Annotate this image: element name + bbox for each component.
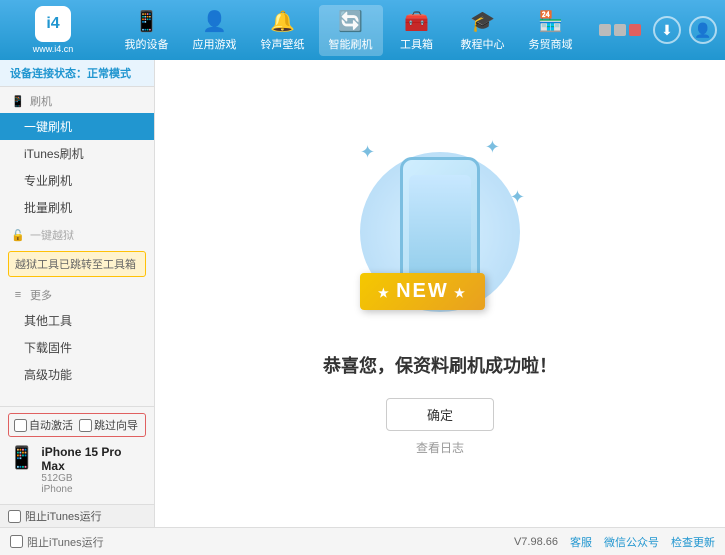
status-value: 正常模式 <box>87 68 131 80</box>
nav-service-label: 务贸商域 <box>529 36 573 52</box>
sidebar-bottom: 自动激活 跳过向导 📱 iPhone 15 Pro Max 512GB iPho… <box>0 406 154 504</box>
device-details: iPhone 15 Pro Max 512GB iPhone <box>41 445 146 495</box>
content-area: ✦ ✦ ✦ ★ NEW ★ 恭喜您，保资料刷机成功啦！ 确定 查看日志 <box>155 60 725 527</box>
footer-right: V7.98.66 客服 微信公众号 检查更新 <box>514 534 715 550</box>
success-message: 恭喜您，保资料刷机成功啦！ <box>323 352 557 378</box>
device-info: 📱 iPhone 15 Pro Max 512GB iPhone <box>8 442 146 498</box>
nav-apps-icon: 👤 <box>202 9 227 34</box>
logo-website: www.i4.cn <box>33 44 74 54</box>
nav-tutorial-icon: 🎓 <box>470 9 495 34</box>
header-controls: ⬇ 👤 <box>599 16 717 44</box>
nav-device-label: 我的设备 <box>125 36 169 52</box>
device-type: iPhone <box>41 484 146 495</box>
nav-device-icon: 📱 <box>134 9 159 34</box>
nav-service-icon: 🏪 <box>538 9 563 34</box>
device-storage: 512GB <box>41 473 146 484</box>
jailbreak-icon: 🔓 <box>10 227 26 243</box>
header: i4 www.i4.cn 📱 我的设备 👤 应用游戏 🔔 铃声壁纸 🔄 智能刷机… <box>0 0 725 60</box>
success-illustration: ✦ ✦ ✦ ★ NEW ★ <box>350 132 530 332</box>
phone-screen <box>409 175 471 284</box>
logo-icon: i4 <box>35 6 71 42</box>
itunes-label: 阻止iTunes运行 <box>25 508 102 524</box>
section-flash-header: 📱 刷机 <box>0 87 154 113</box>
skip-guide-label: 跳过向导 <box>94 417 138 433</box>
sidebar-item-pro-flash[interactable]: 专业刷机 <box>0 167 154 194</box>
nav-tutorial[interactable]: 🎓 教程中心 <box>451 5 515 56</box>
status-bar: 设备连接状态：正常模式 <box>0 60 154 87</box>
main-area: 设备连接状态：正常模式 📱 刷机 一键刷机 iTunes刷机 专业刷机 批量刷机… <box>0 60 725 527</box>
status-label: 设备连接状态： <box>10 68 87 80</box>
auto-options-box: 自动激活 跳过向导 <box>8 413 146 437</box>
new-badge: ★ NEW ★ <box>360 273 485 310</box>
auto-activate-checkbox[interactable]: 自动激活 <box>14 417 73 433</box>
sidebar-item-itunes-flash[interactable]: iTunes刷机 <box>0 140 154 167</box>
nav-apps-label: 应用游戏 <box>193 36 237 52</box>
nav-ringtones-label: 铃声壁纸 <box>261 36 305 52</box>
download-button[interactable]: ⬇ <box>653 16 681 44</box>
nav-tutorial-label: 教程中心 <box>461 36 505 52</box>
sparkle-1: ✦ <box>360 142 375 163</box>
footer-link-service[interactable]: 客服 <box>570 534 592 550</box>
device-icon: 📱 <box>8 445 35 471</box>
jailbreak-notice: 越狱工具已跳转至工具箱 <box>8 251 146 277</box>
section-jailbreak-header: 🔓 一键越狱 <box>0 221 154 247</box>
footer-link-update[interactable]: 检查更新 <box>671 534 715 550</box>
sidebar-item-other-tools[interactable]: 其他工具 <box>0 307 154 334</box>
more-section-icon: ≡ <box>10 287 26 303</box>
sidebar-item-advanced[interactable]: 高级功能 <box>0 361 154 388</box>
itunes-checkbox[interactable] <box>8 510 21 523</box>
nav-flash-label: 智能刷机 <box>329 36 373 52</box>
nav-toolbox[interactable]: 🧰 工具箱 <box>387 5 447 56</box>
sidebar-item-one-click-flash[interactable]: 一键刷机 <box>0 113 154 140</box>
footer-link-wechat[interactable]: 微信公众号 <box>604 534 659 550</box>
footer-checkbox[interactable] <box>10 535 23 548</box>
auto-activate-label: 自动激活 <box>29 417 73 433</box>
sidebar-item-batch-flash[interactable]: 批量刷机 <box>0 194 154 221</box>
logo: i4 www.i4.cn <box>8 6 98 54</box>
nav-bar: 📱 我的设备 👤 应用游戏 🔔 铃声壁纸 🔄 智能刷机 🧰 工具箱 🎓 教程中心… <box>98 5 599 56</box>
nav-ringtones-icon: 🔔 <box>270 9 295 34</box>
footer-itunes-label: 阻止iTunes运行 <box>27 534 104 550</box>
nav-smart-flash[interactable]: 🔄 智能刷机 <box>319 5 383 56</box>
window-restore[interactable] <box>614 24 626 36</box>
confirm-button[interactable]: 确定 <box>386 398 494 431</box>
section-more-header: ≡ 更多 <box>0 281 154 307</box>
nav-flash-icon: 🔄 <box>338 9 363 34</box>
flash-section-label: 刷机 <box>30 93 52 109</box>
skip-guide-input[interactable] <box>79 419 92 432</box>
skip-guide-checkbox[interactable]: 跳过向导 <box>79 417 138 433</box>
more-section-label: 更多 <box>30 287 52 303</box>
flash-section-icon: 📱 <box>10 93 26 109</box>
nav-toolbox-label: 工具箱 <box>400 36 433 52</box>
view-log-link[interactable]: 查看日志 <box>416 439 464 456</box>
nav-my-device[interactable]: 📱 我的设备 <box>115 5 179 56</box>
jailbreak-label: 一键越狱 <box>30 227 74 243</box>
sidebar-top: 设备连接状态：正常模式 📱 刷机 一键刷机 iTunes刷机 专业刷机 批量刷机… <box>0 60 154 406</box>
version-label: V7.98.66 <box>514 536 558 548</box>
footer: 阻止iTunes运行 V7.98.66 客服 微信公众号 检查更新 <box>0 527 725 555</box>
sparkle-2: ✦ <box>485 137 500 158</box>
sidebar-item-download-firmware[interactable]: 下载固件 <box>0 334 154 361</box>
window-close[interactable] <box>629 24 641 36</box>
sidebar: 设备连接状态：正常模式 📱 刷机 一键刷机 iTunes刷机 专业刷机 批量刷机… <box>0 60 155 527</box>
device-name: iPhone 15 Pro Max <box>41 445 146 473</box>
auto-activate-input[interactable] <box>14 419 27 432</box>
user-button[interactable]: 👤 <box>689 16 717 44</box>
nav-service[interactable]: 🏪 务贸商域 <box>519 5 583 56</box>
nav-apps-games[interactable]: 👤 应用游戏 <box>183 5 247 56</box>
nav-toolbox-icon: 🧰 <box>404 9 429 34</box>
itunes-bar: 阻止iTunes运行 <box>0 504 154 527</box>
footer-left: 阻止iTunes运行 <box>10 534 104 550</box>
window-minimize[interactable] <box>599 24 611 36</box>
nav-ringtones[interactable]: 🔔 铃声壁纸 <box>251 5 315 56</box>
